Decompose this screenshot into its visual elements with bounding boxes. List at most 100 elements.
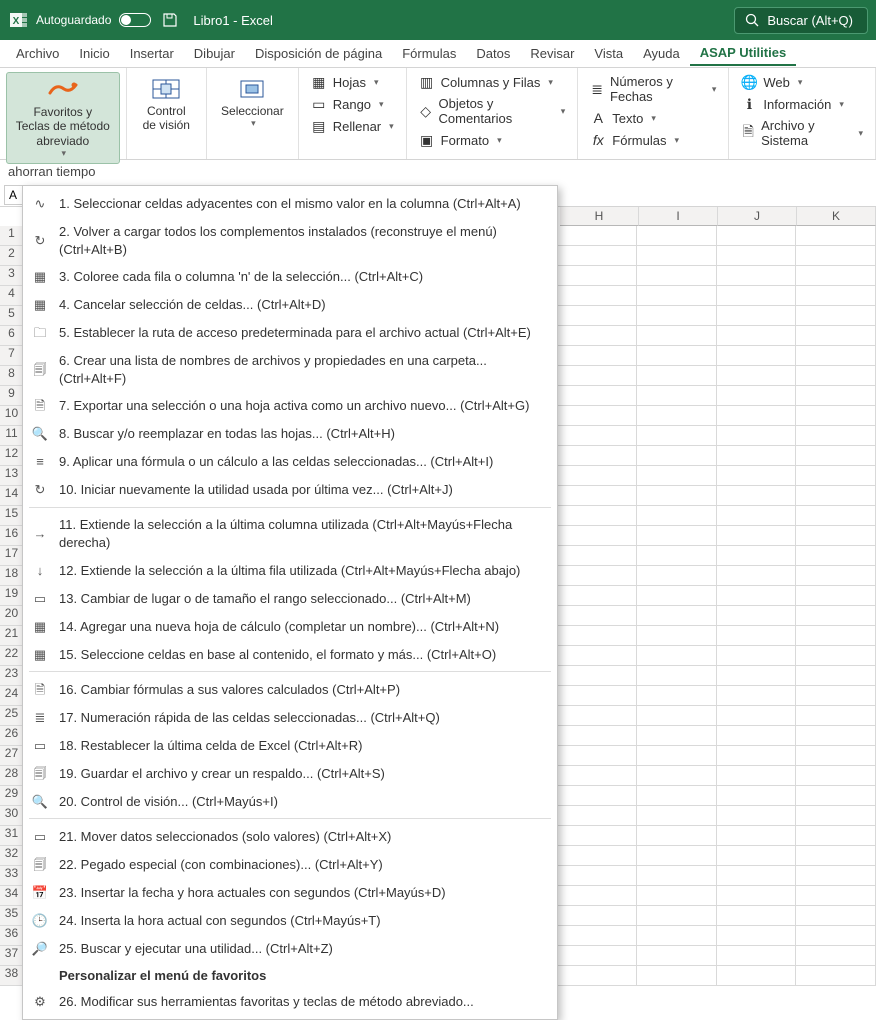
cell[interactable] [557,926,637,946]
menu-item[interactable]: ▦4. Cancelar selección de celdas... (Ctr… [23,291,557,319]
column-header[interactable]: J [718,207,797,226]
cell[interactable] [717,566,797,586]
cell[interactable] [717,946,797,966]
cell[interactable] [557,306,637,326]
menu-item[interactable]: ∿1. Seleccionar celdas adyacentes con el… [23,190,557,218]
row-header[interactable]: 7 [0,346,24,366]
cell[interactable] [637,766,717,786]
cell[interactable] [637,746,717,766]
cell[interactable] [717,886,797,906]
cell[interactable] [557,626,637,646]
cell[interactable] [637,826,717,846]
cell[interactable] [557,946,637,966]
cell[interactable] [637,406,717,426]
menu-item[interactable]: ▦15. Seleccione celdas en base al conten… [23,640,557,668]
row-header[interactable]: 37 [0,946,24,966]
cell[interactable] [717,686,797,706]
cell[interactable] [717,446,797,466]
cell[interactable] [796,926,876,946]
cell[interactable] [796,766,876,786]
tab-inicio[interactable]: Inicio [69,42,119,65]
cell[interactable] [796,446,876,466]
cell[interactable] [557,646,637,666]
cell[interactable] [637,866,717,886]
row-header[interactable]: 34 [0,886,24,906]
cell[interactable] [557,546,637,566]
row-header[interactable]: 24 [0,686,24,706]
row-header[interactable]: 30 [0,806,24,826]
menu-item[interactable]: ▭13. Cambiar de lugar o de tamaño el ran… [23,584,557,612]
cell[interactable] [717,506,797,526]
cell[interactable] [557,346,637,366]
cell[interactable] [717,766,797,786]
cell[interactable] [796,486,876,506]
cell[interactable] [717,726,797,746]
cell[interactable] [637,806,717,826]
tab-vista[interactable]: Vista [584,42,633,65]
columns-rows-button[interactable]: ▥Columnas y Filas▾ [413,72,572,92]
toggle-switch[interactable] [119,13,151,27]
cell[interactable] [637,366,717,386]
cell[interactable] [717,246,797,266]
cell[interactable] [557,886,637,906]
row-header[interactable]: 6 [0,326,24,346]
menu-item[interactable]: ▦14. Agregar una nueva hoja de cálculo (… [23,612,557,640]
cell[interactable] [717,926,797,946]
menu-item[interactable]: 🔍20. Control de visión... (Ctrl+Mayús+I) [23,787,557,815]
cell[interactable] [717,746,797,766]
cell[interactable] [796,646,876,666]
column-header[interactable]: K [797,207,876,226]
cell[interactable] [717,226,797,246]
cell[interactable] [717,586,797,606]
row-header[interactable]: 31 [0,826,24,846]
row-header[interactable]: 21 [0,626,24,646]
cell[interactable] [717,366,797,386]
cell[interactable] [796,546,876,566]
cell[interactable] [717,466,797,486]
cell[interactable] [637,426,717,446]
cell[interactable] [637,886,717,906]
menu-item[interactable]: 📅23. Insertar la fecha y hora actuales c… [23,878,557,906]
cell[interactable] [717,346,797,366]
cell[interactable] [796,826,876,846]
menu-item[interactable]: →11. Extiende la selección a la última c… [23,511,557,556]
fill-button[interactable]: ▤Rellenar▾ [305,116,400,136]
autosave-toggle[interactable]: Autoguardado [36,13,151,27]
cell[interactable] [557,506,637,526]
cell[interactable] [557,826,637,846]
cell[interactable] [557,706,637,726]
menu-item[interactable]: 🗎16. Cambiar fórmulas a sus valores calc… [23,675,557,703]
cell[interactable] [796,886,876,906]
cell[interactable] [637,706,717,726]
cell[interactable] [717,526,797,546]
cell[interactable] [557,386,637,406]
menu-item[interactable]: 🔎25. Buscar y ejecutar una utilidad... (… [23,934,557,962]
row-header[interactable]: 25 [0,706,24,726]
row-header[interactable]: 28 [0,766,24,786]
cell[interactable] [557,466,637,486]
cell[interactable] [796,466,876,486]
cell[interactable] [557,686,637,706]
cell[interactable] [557,366,637,386]
row-header[interactable]: 4 [0,286,24,306]
row-header[interactable]: 16 [0,526,24,546]
cell[interactable] [796,426,876,446]
row-header[interactable]: 27 [0,746,24,766]
objects-button[interactable]: ◇Objetos y Comentarios▾ [413,94,572,128]
row-header[interactable]: 1 [0,226,24,246]
menu-item[interactable]: ⚙26. Modificar sus herramientas favorita… [23,987,557,1015]
column-header[interactable]: I [639,207,718,226]
cell[interactable] [637,306,717,326]
cell[interactable] [557,906,637,926]
file-system-button[interactable]: 🗎Archivo y Sistema▾ [735,116,869,150]
cell[interactable] [557,246,637,266]
cell[interactable] [717,326,797,346]
menu-item[interactable]: ≣17. Numeración rápida de las celdas sel… [23,703,557,731]
menu-item[interactable]: 🔍8. Buscar y/o reemplazar en todas las h… [23,420,557,448]
row-header[interactable]: 22 [0,646,24,666]
tab-asap-utilities[interactable]: ASAP Utilities [690,41,796,66]
cell[interactable] [637,446,717,466]
row-header[interactable]: 17 [0,546,24,566]
cell[interactable] [557,766,637,786]
cell[interactable] [796,366,876,386]
